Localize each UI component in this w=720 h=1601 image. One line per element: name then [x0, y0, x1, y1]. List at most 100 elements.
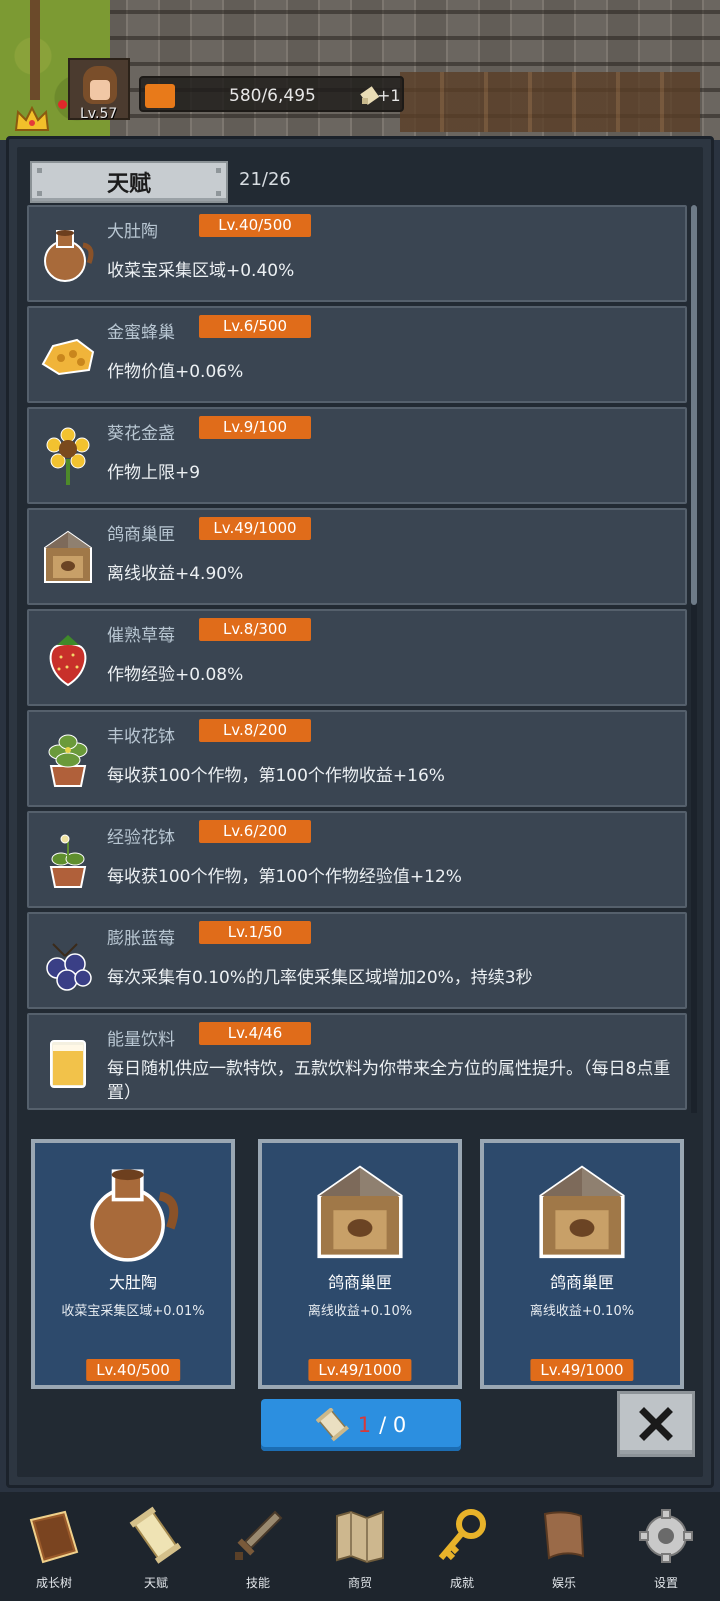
close-button[interactable]	[617, 1391, 695, 1457]
honeycomb-icon	[37, 324, 99, 386]
nav-item[interactable]: 技能	[208, 1492, 308, 1601]
map-icon	[331, 1506, 389, 1566]
player-level: Lv.57	[80, 106, 118, 122]
pick-level-badge: Lv.40/500	[86, 1359, 180, 1381]
talent-name: 经验花钵	[107, 828, 175, 848]
talent-level-badge: Lv.6/200	[199, 820, 311, 843]
jug-icon	[37, 223, 99, 285]
nav-item[interactable]: 成长树	[4, 1492, 104, 1601]
pick-name: 鸽商巢匣	[549, 1273, 614, 1292]
talent-card[interactable]: 大肚陶 Lv.40/500 收菜宝采集区域+0.40%	[27, 205, 687, 302]
talent-level-badge: Lv.4/46	[199, 1022, 311, 1045]
pick-name: 鸽商巢匣	[327, 1273, 392, 1292]
nav-item[interactable]: 商贸	[310, 1492, 410, 1601]
talent-desc: 作物经验+0.08%	[107, 665, 244, 685]
nav-label: 技能	[245, 1576, 270, 1590]
nestbox-icon	[527, 1157, 637, 1267]
talent-name: 鸽商巢匣	[107, 525, 175, 545]
talent-level-badge: Lv.6/500	[199, 315, 311, 338]
scroll-icon	[127, 1506, 185, 1566]
talent-level-badge: Lv.8/300	[199, 618, 311, 641]
talent-desc: 每日随机供应一款特饮，五款饮料为你带来全方位的属性提升。（每日8点重置）	[107, 1059, 671, 1103]
nav-item[interactable]: 设置	[616, 1492, 716, 1601]
refresh-current: 1	[357, 1413, 372, 1437]
nav-label: 商贸	[347, 1576, 372, 1590]
jug-icon	[78, 1157, 188, 1267]
nav-label: 娱乐	[551, 1576, 576, 1590]
talent-card[interactable]: 丰收花钵 Lv.8/200 每收获100个作物，第100个作物收益+16%	[27, 710, 687, 807]
nav-item[interactable]: 娱乐	[514, 1492, 614, 1601]
talent-card[interactable]: 膨胀蓝莓 Lv.1/50 每次采集有0.10%的几率使采集区域增加20%，持续3秒	[27, 912, 687, 1009]
talent-card[interactable]: 催熟草莓 Lv.8/300 作物经验+0.08%	[27, 609, 687, 706]
talent-card[interactable]: 金蜜蜂巢 Lv.6/500 作物价值+0.06%	[27, 306, 687, 403]
sword-icon	[229, 1506, 287, 1566]
notification-dot	[58, 100, 67, 109]
tab-title: 天赋	[106, 172, 151, 197]
talent-desc: 离线收益+4.90%	[107, 564, 244, 584]
pick-level-badge: Lv.49/1000	[308, 1359, 412, 1381]
scrollbar[interactable]	[691, 205, 697, 1113]
sprout-pot-icon	[37, 829, 99, 891]
close-icon	[639, 1407, 673, 1441]
talent-panel: 天赋 21/26 大肚陶 Lv.40/500 收菜宝采集区域+0.40% 金蜜蜂巢 Lv…	[6, 136, 714, 1488]
talent-pick-card[interactable]: 鸽商巢匣离线收益+0.10% Lv.49/1000	[258, 1139, 462, 1389]
pick-name: 大肚陶	[108, 1273, 157, 1292]
nav-item[interactable]: 天赋	[106, 1492, 206, 1601]
talent-name: 金蜜蜂巢	[107, 323, 175, 343]
blueberry-icon	[37, 930, 99, 992]
talent-name: 能量饮料	[107, 1030, 175, 1050]
scroll-icon	[315, 1408, 349, 1442]
talent-level-badge: Lv.1/50	[199, 921, 311, 944]
pick-level-badge: Lv.49/1000	[530, 1359, 634, 1381]
talent-card[interactable]: 经验花钵 Lv.6/200 每收获100个作物，第100个作物经验值+12%	[27, 811, 687, 908]
nestbox-icon	[305, 1157, 415, 1267]
scroll-thumb[interactable]	[691, 205, 697, 605]
xp-text: 580/6,495	[229, 86, 316, 106]
xp-bar-fill	[145, 84, 175, 108]
talent-card[interactable]: 鸽商巢匣 Lv.49/1000 离线收益+4.90%	[27, 508, 687, 605]
talent-level-badge: Lv.9/100	[199, 416, 311, 439]
talent-list[interactable]: 大肚陶 Lv.40/500 收菜宝采集区域+0.40% 金蜜蜂巢 Lv.6/500 作物价…	[27, 205, 687, 1113]
book-icon	[25, 1506, 83, 1566]
key-icon	[433, 1506, 491, 1566]
talent-desc: 作物上限+9	[107, 463, 201, 483]
refresh-total: / 0	[379, 1413, 407, 1437]
nav-label: 成就	[449, 1576, 474, 1590]
talent-level-badge: Lv.40/500	[199, 214, 311, 237]
xp-bar: 580/6,495 +1	[139, 76, 404, 112]
nav-label: 天赋	[143, 1576, 168, 1590]
nav-item[interactable]: 成就	[412, 1492, 512, 1601]
talent-count: 21/26	[239, 169, 291, 190]
talent-desc: 收菜宝采集区域+0.40%	[107, 261, 295, 281]
talent-level-badge: Lv.49/1000	[199, 517, 311, 540]
pick-desc: 收菜宝采集区域+0.01%	[61, 1304, 205, 1319]
flowerpot-icon	[37, 728, 99, 790]
talent-level-badge: Lv.8/200	[199, 719, 311, 742]
talent-tab[interactable]: 天赋	[30, 161, 228, 203]
talent-card[interactable]: 能量饮料 Lv.4/46 每日随机供应一款特饮，五款饮料为你带来全方位的属性提升。（…	[27, 1013, 687, 1110]
talent-name: 丰收花钵	[107, 727, 175, 747]
talent-desc: 每收获100个作物，第100个作物经验值+12%	[107, 867, 462, 887]
talent-desc: 每收获100个作物，第100个作物收益+16%	[107, 766, 445, 786]
talent-name: 膨胀蓝莓	[107, 929, 175, 949]
talent-name: 葵花金盏	[107, 424, 175, 444]
talent-desc: 作物价值+0.06%	[107, 362, 244, 382]
bottom-nav: 成长树 天赋 技能 商贸 成就 娱乐 设置	[0, 1492, 720, 1601]
talent-name: 催熟草莓	[107, 626, 175, 646]
sunflower-icon	[37, 425, 99, 487]
nav-label: 成长树	[35, 1576, 72, 1590]
talent-pick-card[interactable]: 大肚陶收菜宝采集区域+0.01% Lv.40/500	[31, 1139, 235, 1389]
crown-icon	[14, 106, 50, 131]
talent-desc: 每次采集有0.10%的几率使采集区域增加20%，持续3秒	[107, 968, 533, 988]
bonus-count: +1	[377, 86, 401, 105]
pick-desc: 离线收益+0.10%	[307, 1304, 413, 1319]
pick-desc: 离线收益+0.10%	[529, 1304, 635, 1319]
talent-card[interactable]: 葵花金盏 Lv.9/100 作物上限+9	[27, 407, 687, 504]
drink-icon	[37, 1031, 99, 1093]
banner-icon	[535, 1506, 593, 1566]
nav-label: 设置	[653, 1576, 678, 1590]
strawberry-icon	[37, 627, 99, 689]
talent-pick-card[interactable]: 鸽商巢匣离线收益+0.10% Lv.49/1000	[480, 1139, 684, 1389]
refresh-button[interactable]: 1 / 0	[261, 1399, 461, 1451]
gear-icon	[637, 1506, 695, 1566]
